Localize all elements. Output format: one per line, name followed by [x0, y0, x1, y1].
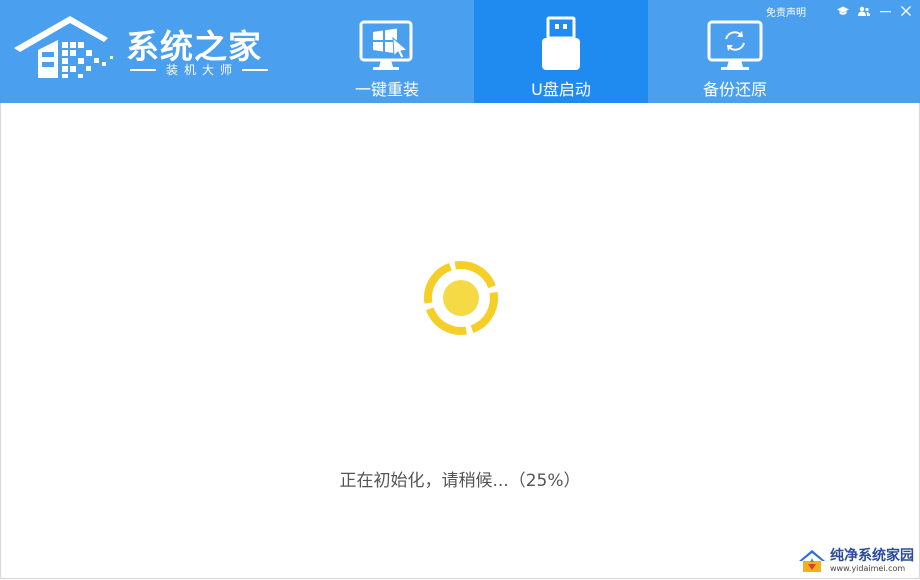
users-icon[interactable]	[858, 5, 870, 17]
watermark-house-icon	[799, 550, 825, 572]
graduation-cap-icon[interactable]	[837, 5, 849, 17]
subtitle-line-right	[241, 68, 268, 71]
tab-label: 备份还原	[702, 80, 767, 99]
tab-one-click-reinstall[interactable]: 一键重装	[300, 0, 474, 103]
watermark-logo: 纯净系统家园 www.yidaimei.com	[798, 546, 914, 576]
watermark-title: 纯净系统家园	[830, 547, 914, 564]
loading-spinner-icon	[421, 258, 501, 338]
header-bar: 系统之家 装机大师 一键重装 U盘启动 备份还原 免责声明	[0, 0, 920, 103]
window-controls: 免责声明	[766, 3, 912, 19]
close-icon[interactable]	[900, 5, 912, 17]
usb-drive-icon	[531, 14, 591, 72]
tab-label: U盘启动	[531, 80, 591, 99]
brand-sub-text: 装机大师	[165, 63, 238, 77]
subtitle-line-left	[130, 68, 156, 71]
minimize-icon[interactable]	[879, 5, 891, 17]
watermark-text: 纯净系统家园 www.yidaimei.com	[830, 547, 914, 574]
windows-monitor-icon	[357, 14, 417, 72]
tab-label: 一键重装	[354, 80, 419, 99]
disclaimer-link[interactable]: 免责声明	[766, 4, 806, 19]
brand-logo: 系统之家 装机大师	[12, 12, 282, 88]
house-logo-icon	[14, 16, 113, 78]
tab-usb-boot[interactable]: U盘启动	[474, 0, 648, 103]
progress-status-text: 正在初始化，请稍候...（25%）	[339, 471, 581, 491]
backup-restore-icon	[705, 14, 765, 72]
main-content: 正在初始化，请稍候...（25%）	[0, 103, 920, 579]
brand-subtitle: 装机大师	[130, 61, 268, 78]
watermark-url: www.yidaimei.com	[830, 563, 906, 573]
